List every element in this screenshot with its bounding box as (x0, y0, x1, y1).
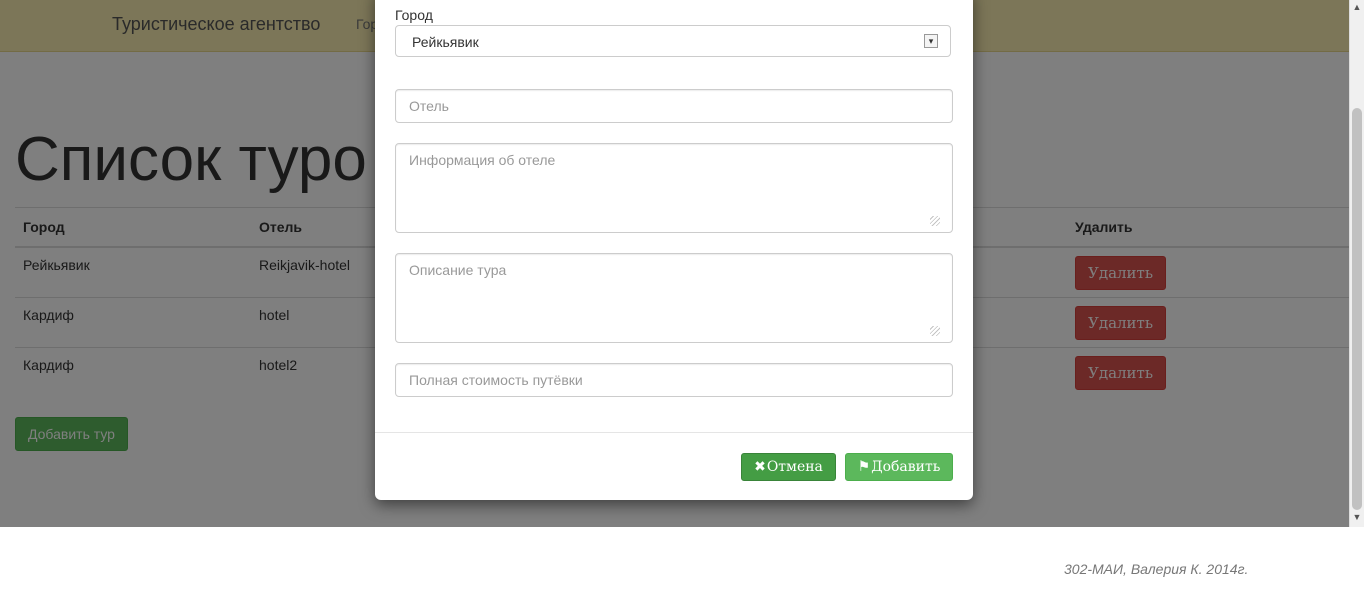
dropdown-arrow-icon[interactable]: ▾ (924, 34, 938, 48)
price-input[interactable]: Полная стоимость путёвки (395, 363, 953, 397)
hotel-placeholder: Отель (409, 98, 449, 114)
cancel-button[interactable]: ✖Отмена (741, 453, 836, 481)
scroll-down-icon[interactable]: ▼ (1350, 512, 1364, 524)
hotel-input[interactable]: Отель (395, 89, 953, 123)
city-select-value: Рейкьявик (412, 34, 479, 50)
hotel-info-textarea[interactable]: Информация об отеле (395, 143, 953, 233)
tour-description-textarea[interactable]: Описание тура (395, 253, 953, 343)
modal-footer-divider (375, 432, 973, 433)
save-icon: ⚑ (857, 459, 871, 475)
city-label: Город (395, 7, 433, 23)
price-placeholder: Полная стоимость путёвки (409, 372, 583, 388)
vertical-scrollbar[interactable]: ▲ ▼ (1349, 0, 1364, 527)
resize-grip-icon[interactable] (930, 216, 940, 226)
city-select[interactable]: Рейкьявик ▾ (395, 25, 951, 57)
cancel-label: Отмена (766, 459, 823, 475)
close-icon: ✖ (754, 459, 766, 475)
resize-grip-icon[interactable] (930, 326, 940, 336)
scroll-up-icon[interactable]: ▲ (1350, 2, 1364, 14)
submit-label: Добавить (871, 459, 941, 475)
scrollbar-thumb[interactable] (1352, 108, 1362, 510)
hotel-info-placeholder: Информация об отеле (409, 152, 556, 168)
tour-description-placeholder: Описание тура (409, 262, 507, 278)
submit-button[interactable]: ⚑Добавить (845, 453, 953, 481)
add-tour-modal: Город Рейкьявик ▾ Отель Информация об от… (375, 0, 973, 500)
page-viewport: Туристическое агентство Гор Список туро … (0, 0, 1349, 527)
footer-credit: 302-МАИ, Валерия К. 2014г. (1064, 561, 1249, 577)
